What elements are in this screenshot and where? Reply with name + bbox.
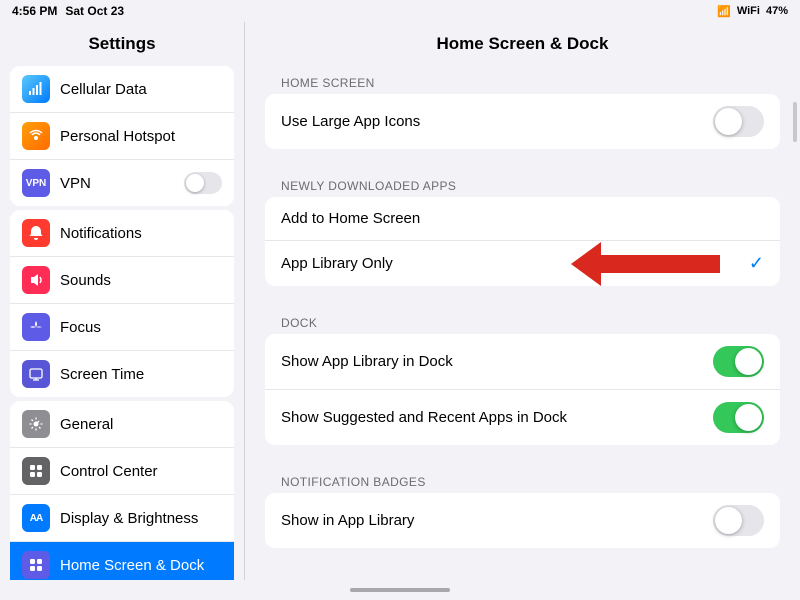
sidebar-item-vpn[interactable]: VPN VPN — [10, 160, 234, 206]
badges-card: Show in App Library — [265, 493, 780, 548]
section-label-dock: DOCK — [265, 306, 780, 334]
sidebar-section-2: Notifications Sounds Focus Screen Time — [10, 210, 234, 397]
status-bar: 4:56 PM Sat Oct 23 📶 WiFi 47% — [0, 0, 800, 22]
sidebar-item-focus[interactable]: Focus — [10, 304, 234, 351]
home-icon — [22, 551, 50, 579]
focus-label: Focus — [60, 319, 222, 336]
screen-time-icon — [22, 360, 50, 388]
arrow-body — [600, 255, 720, 273]
arrow-head — [571, 242, 601, 286]
show-suggested-toggle[interactable] — [713, 402, 764, 433]
large-icons-label: Use Large App Icons — [281, 113, 703, 130]
show-in-library-row: Show in App Library — [265, 493, 780, 548]
show-app-library-row: Show App Library in Dock — [265, 334, 780, 390]
sidebar-item-sounds[interactable]: Sounds — [10, 257, 234, 304]
sidebar-item-hotspot[interactable]: Personal Hotspot — [10, 113, 234, 160]
sidebar-section-1: Cellular Data Personal Hotspot VPN VPN — [10, 66, 234, 206]
sounds-label: Sounds — [60, 272, 222, 289]
screen-time-label: Screen Time — [60, 366, 222, 383]
date: Sat Oct 23 — [65, 4, 124, 18]
checkmark-icon: ✓ — [749, 253, 764, 274]
battery-text: 47% — [766, 5, 788, 17]
large-icons-toggle[interactable] — [713, 106, 764, 137]
section-label-home-screen: HOME SCREEN — [265, 66, 780, 94]
scrollbar-handle[interactable] — [793, 102, 797, 142]
time: 4:56 PM — [12, 4, 57, 18]
display-icon: AA — [22, 504, 50, 532]
notifications-icon — [22, 219, 50, 247]
content-title: Home Screen & Dock — [265, 22, 780, 66]
sounds-icon — [22, 266, 50, 294]
show-app-library-toggle[interactable] — [713, 346, 764, 377]
general-icon — [22, 410, 50, 438]
status-left: 4:56 PM Sat Oct 23 — [12, 4, 124, 18]
large-icons-row: Use Large App Icons — [265, 94, 780, 149]
sidebar-item-display[interactable]: AA Display & Brightness — [10, 495, 234, 542]
add-to-home-label: Add to Home Screen — [281, 210, 764, 227]
content: Home Screen & Dock HOME SCREEN Use Large… — [245, 22, 800, 580]
general-label: General — [60, 416, 222, 433]
add-to-home-row[interactable]: Add to Home Screen — [265, 197, 780, 241]
cellular-label: Cellular Data — [60, 81, 222, 98]
notifications-label: Notifications — [60, 225, 222, 242]
cellular-icon — [22, 75, 50, 103]
home-screen-label: Home Screen & Dock — [60, 557, 222, 574]
main-layout: Settings Cellular Data Personal Hotspot … — [0, 22, 800, 580]
red-arrow — [571, 242, 720, 286]
app-library-only-row[interactable]: App Library Only ✓ — [265, 241, 780, 286]
sidebar-item-home-screen[interactable]: Home Screen & Dock — [10, 542, 234, 580]
dock-card: Show App Library in Dock Show Suggested … — [265, 334, 780, 445]
show-suggested-row: Show Suggested and Recent Apps in Dock — [265, 390, 780, 445]
display-label: Display & Brightness — [60, 510, 222, 527]
bottom-bar — [0, 580, 800, 600]
sidebar-item-notifications[interactable]: Notifications — [10, 210, 234, 257]
vpn-label: VPN — [60, 175, 174, 192]
vpn-icon: VPN — [22, 169, 50, 197]
vpn-toggle[interactable] — [184, 172, 222, 194]
status-right: 📶 WiFi 47% — [717, 5, 788, 18]
show-in-library-toggle[interactable] — [713, 505, 764, 536]
show-suggested-label: Show Suggested and Recent Apps in Dock — [281, 409, 703, 426]
sidebar-title: Settings — [0, 22, 244, 62]
show-in-library-label: Show in App Library — [281, 512, 703, 529]
sidebar-item-cellular[interactable]: Cellular Data — [10, 66, 234, 113]
signal-icon: 📶 — [717, 5, 731, 18]
sidebar-item-control[interactable]: Control Center — [10, 448, 234, 495]
sidebar-section-3: General Control Center AA Display & Brig… — [10, 401, 234, 580]
hotspot-label: Personal Hotspot — [60, 128, 222, 145]
hotspot-icon — [22, 122, 50, 150]
section-label-downloaded: NEWLY DOWNLOADED APPS — [265, 169, 780, 197]
control-icon — [22, 457, 50, 485]
sidebar: Settings Cellular Data Personal Hotspot … — [0, 22, 245, 580]
home-indicator — [350, 588, 450, 592]
sidebar-item-screen-time[interactable]: Screen Time — [10, 351, 234, 397]
focus-icon — [22, 313, 50, 341]
wifi-icon: WiFi — [737, 5, 760, 17]
home-screen-card: Use Large App Icons — [265, 94, 780, 149]
control-label: Control Center — [60, 463, 222, 480]
section-label-badges: NOTIFICATION BADGES — [265, 465, 780, 493]
show-app-library-label: Show App Library in Dock — [281, 353, 703, 370]
downloaded-apps-card: Add to Home Screen App Library Only ✓ — [265, 197, 780, 286]
sidebar-item-general[interactable]: General — [10, 401, 234, 448]
